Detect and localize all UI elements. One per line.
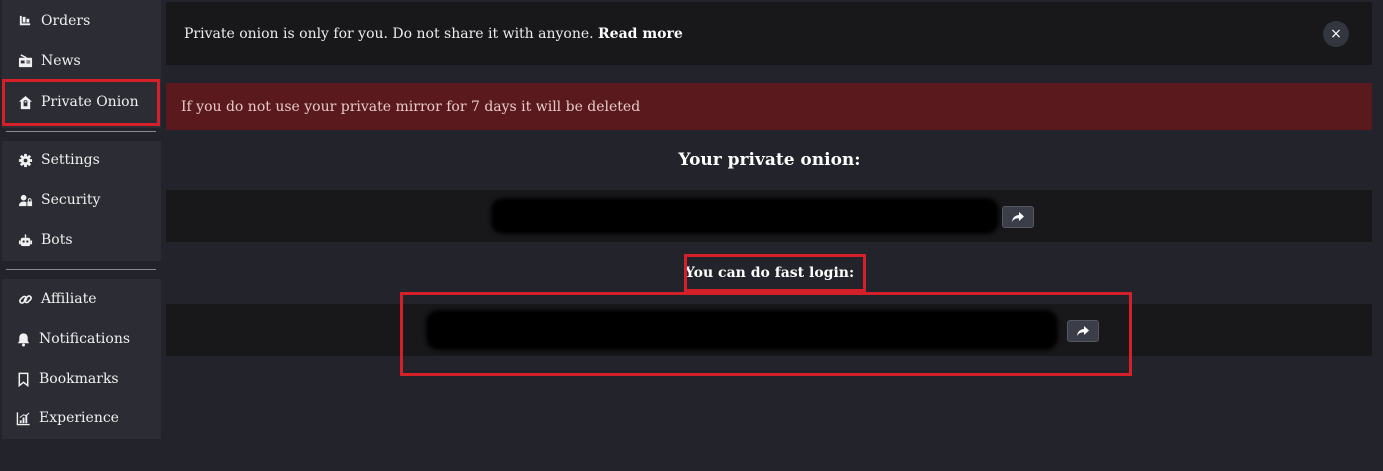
bookmark-icon [15, 371, 31, 387]
sidebar-item-label: Bookmarks [39, 371, 119, 387]
sidebar-divider [6, 131, 156, 132]
sidebar-item-label: Affiliate [41, 291, 97, 307]
sidebar-item-affiliate[interactable]: Affiliate [2, 284, 161, 314]
fast-login-heading-highlight [684, 254, 866, 292]
sidebar-item-label: Experience [39, 410, 119, 426]
sidebar-item-label: Security [41, 192, 101, 208]
sidebar-item-label: Orders [41, 13, 91, 29]
info-alert: Private onion is only for you. Do not sh… [166, 2, 1372, 65]
sidebar-item-bots[interactable]: Bots [2, 225, 161, 255]
sidebar-group-account: Settings Security Bots [2, 141, 161, 261]
orders-icon [17, 13, 33, 29]
sidebar-item-bookmarks[interactable]: Bookmarks [2, 364, 161, 394]
read-more-link[interactable]: Read more [598, 26, 683, 42]
share-arrow-icon [1012, 212, 1024, 222]
chart-icon [15, 410, 31, 426]
close-button[interactable]: × [1323, 21, 1349, 47]
sidebar-item-label: Bots [41, 232, 73, 248]
close-icon: × [1330, 26, 1342, 42]
sidebar-item-label: Settings [41, 152, 100, 168]
fast-login-link-highlight [400, 292, 1132, 376]
sidebar-item-experience[interactable]: Experience [2, 403, 161, 433]
sidebar: Orders News Private Onion Settings Secur… [0, 0, 162, 471]
user-lock-icon [17, 192, 33, 208]
sidebar-item-settings[interactable]: Settings [2, 145, 161, 175]
private-onion-heading: Your private onion: [678, 150, 861, 170]
sidebar-item-security[interactable]: Security [2, 185, 161, 215]
private-onion-link-box [166, 190, 1372, 242]
danger-alert-text: If you do not use your private mirror fo… [181, 98, 641, 115]
sidebar-item-notifications[interactable]: Notifications [2, 324, 161, 354]
sidebar-group-more: Affiliate Notifications Bookmarks Experi… [2, 279, 161, 439]
redacted-onion-address [491, 198, 999, 234]
open-onion-button[interactable] [1002, 206, 1034, 228]
bell-icon [15, 331, 31, 347]
link-icon [17, 291, 33, 307]
private-onion-highlight [2, 79, 160, 126]
sidebar-divider [6, 269, 156, 270]
sidebar-item-orders[interactable]: Orders [2, 6, 161, 36]
news-icon [17, 53, 33, 69]
info-alert-text: Private onion is only for you. Do not sh… [184, 26, 683, 42]
main-content: Private onion is only for you. Do not sh… [166, 0, 1373, 471]
sidebar-item-label: News [41, 53, 81, 69]
gear-icon [17, 152, 33, 168]
danger-alert: If you do not use your private mirror fo… [166, 83, 1372, 130]
sidebar-item-news[interactable]: News [2, 46, 161, 76]
robot-icon [17, 232, 33, 248]
info-message: Private onion is only for you. Do not sh… [184, 25, 594, 42]
sidebar-item-label: Notifications [39, 331, 131, 347]
